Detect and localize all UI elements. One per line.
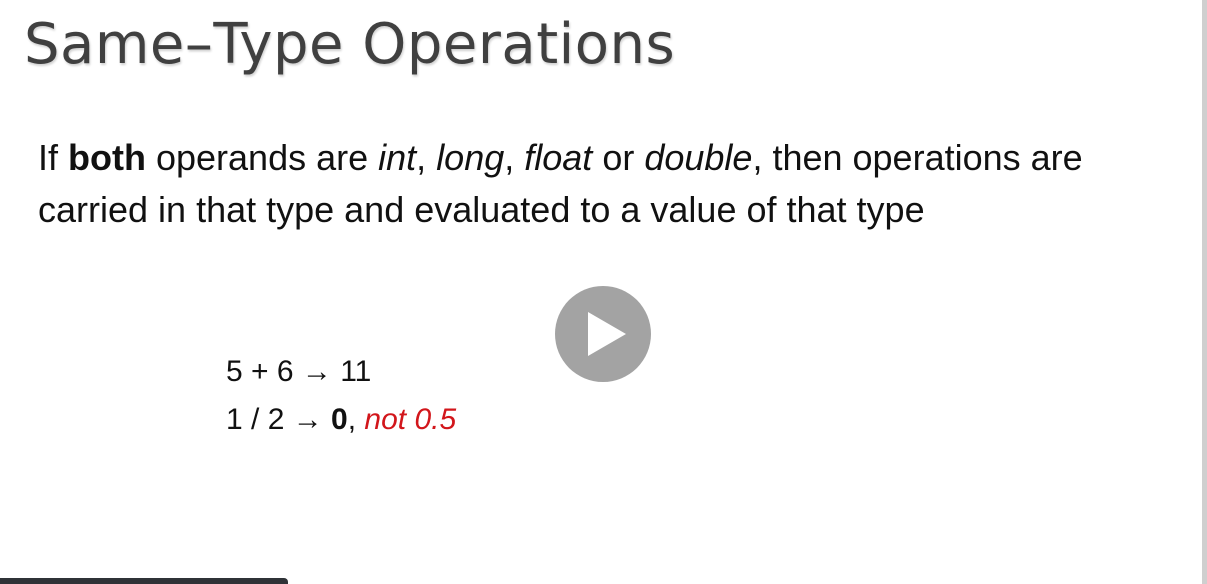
body-italic-long: long xyxy=(436,137,505,178)
body-text-segment: If xyxy=(38,137,69,178)
body-italic-double: double xyxy=(644,137,753,178)
body-italic-float: float xyxy=(524,137,593,178)
body-text-segment: , xyxy=(504,137,525,178)
slide-title: Same–Type Operations xyxy=(24,12,676,77)
example-line-1: 5 + 6 → 11 xyxy=(226,355,372,388)
body-text-segment: or xyxy=(592,137,645,178)
example-expression: 1 / 2 → xyxy=(226,403,332,436)
play-icon xyxy=(588,312,626,356)
example-result: 0 xyxy=(331,403,348,436)
example-separator: , xyxy=(347,403,365,436)
example-line-2: 1 / 2 → 0, not 0.5 xyxy=(226,396,456,444)
slide-body: If both operands are int, long, float or… xyxy=(38,132,1118,236)
examples: 5 + 6 → 11 1 / 2 → 0, not 0.5 xyxy=(226,348,456,444)
body-text-segment: , xyxy=(416,137,437,178)
body-text-segment: operands are xyxy=(145,137,379,178)
progress-bar[interactable] xyxy=(0,578,288,584)
play-button[interactable] xyxy=(555,286,651,382)
body-bold-both: both xyxy=(68,137,146,178)
video-frame: Same–Type Operations If both operands ar… xyxy=(0,0,1207,584)
example-note: not 0.5 xyxy=(364,403,457,436)
body-italic-int: int xyxy=(378,137,417,178)
frame-edge xyxy=(1202,0,1207,584)
